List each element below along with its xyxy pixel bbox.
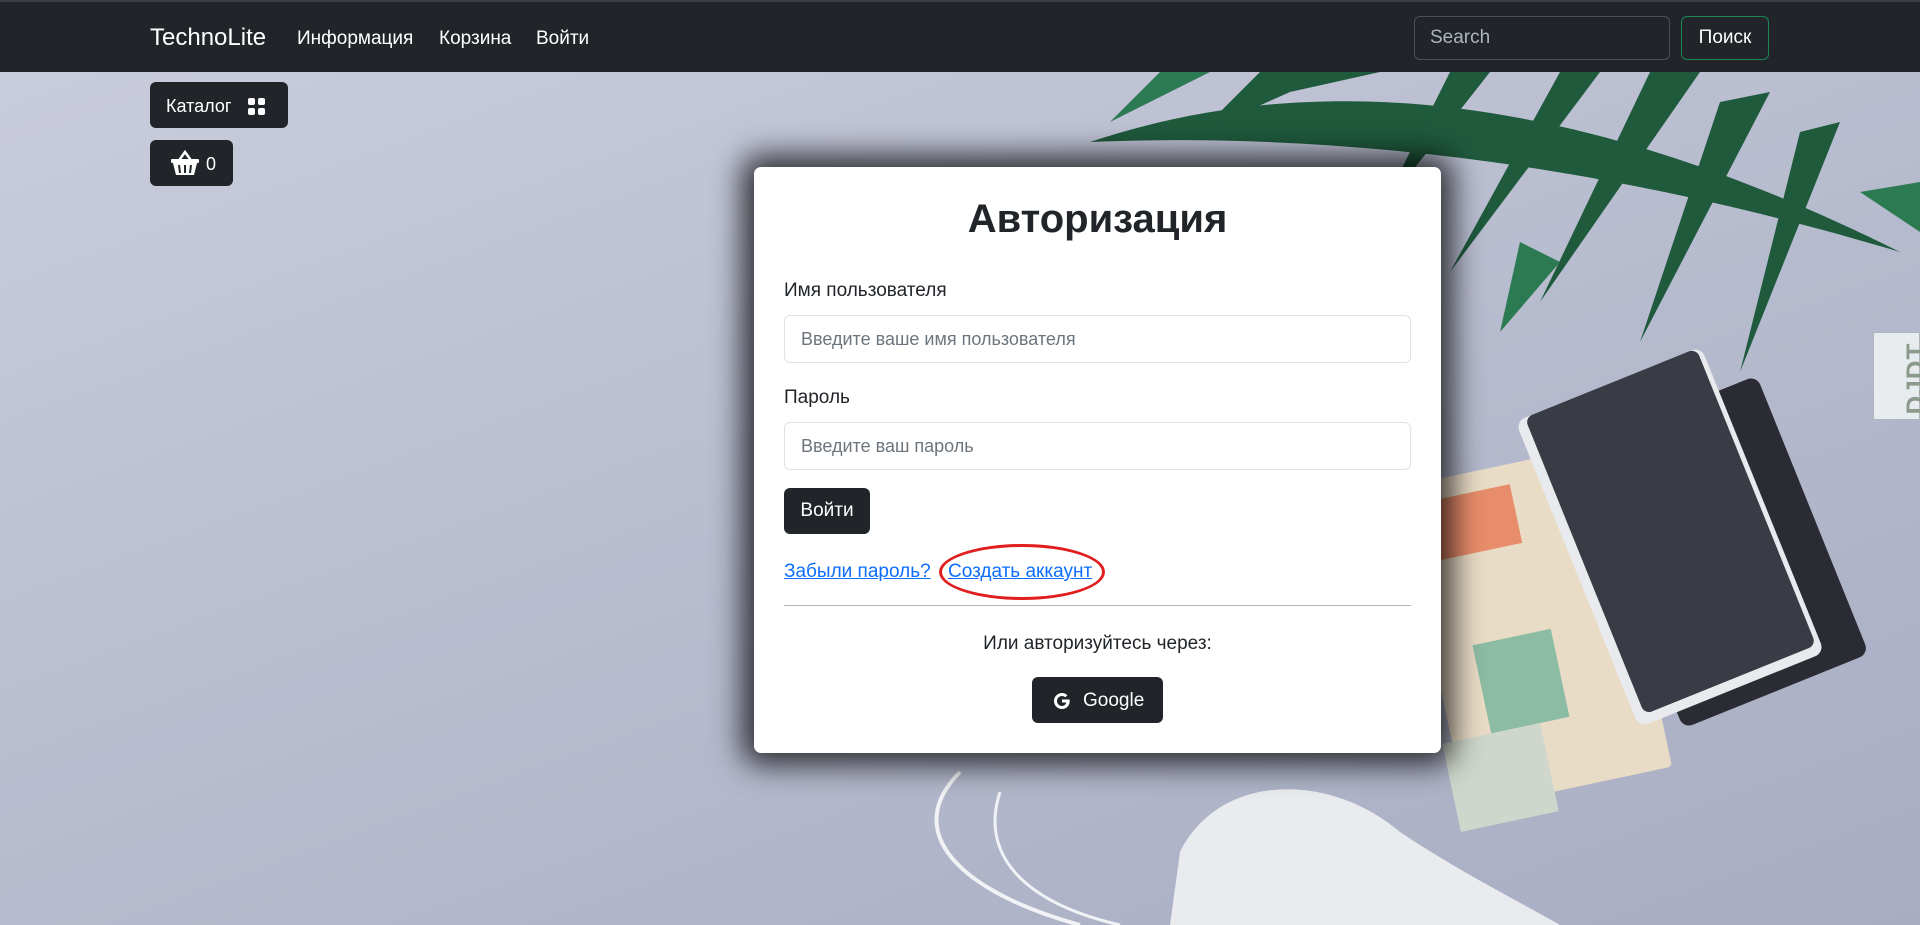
login-button[interactable]: Войти — [784, 488, 870, 534]
nav-link-cart[interactable]: Корзина — [439, 28, 511, 50]
debug-toolbar-label: DJDT — [1900, 342, 1920, 415]
basket-icon — [171, 150, 199, 175]
grid-icon — [248, 98, 266, 116]
navbar: TechnoLite Информация Корзина Войти Поис… — [0, 0, 1920, 72]
password-field[interactable] — [784, 422, 1411, 470]
login-card: Авторизация Имя пользователя Пароль Войт… — [754, 167, 1441, 753]
cart-button[interactable]: 0 — [150, 140, 233, 186]
google-label: Google — [1083, 690, 1145, 711]
divider — [784, 605, 1411, 606]
highlight-circle — [939, 544, 1105, 600]
forgot-password-link[interactable]: Забыли пароль? — [784, 561, 931, 583]
password-label: Пароль — [784, 387, 850, 408]
brand-link[interactable]: TechnoLite — [150, 24, 266, 52]
google-login-button[interactable]: Google — [1032, 677, 1163, 723]
nav-link-info[interactable]: Информация — [297, 28, 413, 50]
google-icon — [1054, 693, 1070, 709]
alternative-login-text: Или авторизуйтесь через: — [983, 633, 1212, 654]
username-label: Имя пользователя — [784, 280, 947, 301]
catalog-label: Каталог — [166, 96, 232, 116]
catalog-button[interactable]: Каталог — [150, 82, 288, 128]
cart-count: 0 — [206, 154, 217, 174]
page-title: Авторизация — [967, 197, 1228, 241]
search-button[interactable]: Поиск — [1681, 16, 1769, 60]
search-input[interactable] — [1414, 16, 1670, 60]
nav-link-login[interactable]: Войти — [536, 28, 589, 50]
debug-toolbar-tab[interactable]: DJDT — [1873, 332, 1920, 420]
username-field[interactable] — [784, 315, 1411, 363]
